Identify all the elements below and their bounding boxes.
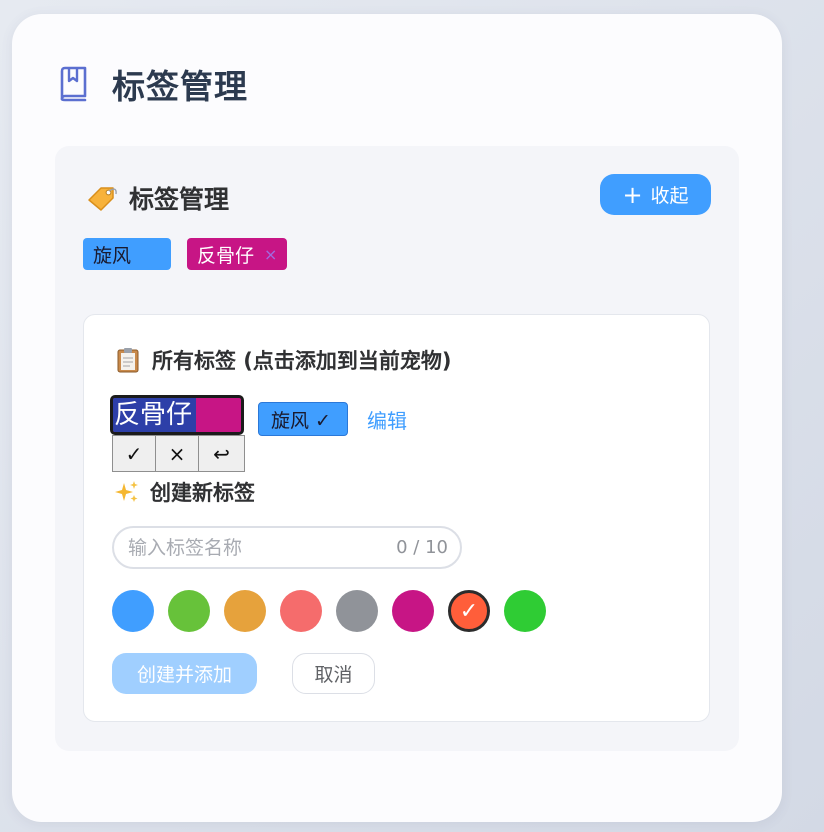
color-swatch[interactable]: ✓ xyxy=(448,590,490,632)
edit-actions: ✓ × ↩ xyxy=(112,435,245,472)
color-swatch[interactable] xyxy=(280,590,322,632)
tag-label: 反骨仔 xyxy=(197,244,255,267)
close-icon[interactable]: × xyxy=(155,435,199,472)
check-icon: ✓ xyxy=(459,598,479,624)
tag-management-card: 标签管理 标签管理 + 收起 旋风 反骨仔 × 所有标签 (点击添加到当前宠物)… xyxy=(12,14,782,822)
tag-option[interactable]: 旋风 ✓ xyxy=(258,402,348,436)
color-swatch[interactable] xyxy=(112,590,154,632)
return-icon[interactable]: ↩ xyxy=(198,435,245,472)
color-swatch[interactable] xyxy=(504,590,546,632)
char-counter: 0 / 10 xyxy=(396,537,448,558)
close-icon[interactable]: × xyxy=(264,245,277,264)
collapse-label: 收起 xyxy=(650,185,689,207)
edit-link[interactable]: 编辑 xyxy=(367,405,407,434)
tag-panel: 标签管理 + 收起 旋风 反骨仔 × 所有标签 (点击添加到当前宠物) 反骨仔 … xyxy=(55,146,739,751)
cancel-button[interactable]: 取消 xyxy=(292,653,375,694)
color-swatch[interactable] xyxy=(224,590,266,632)
tag-edit-box[interactable]: 反骨仔 xyxy=(110,395,244,435)
create-tag-title: 创建新标签 xyxy=(150,481,255,505)
color-swatch[interactable] xyxy=(392,590,434,632)
all-tags-heading: 所有标签 (点击添加到当前宠物) xyxy=(116,345,452,375)
color-swatch[interactable] xyxy=(336,590,378,632)
current-tag-chip[interactable]: 反骨仔 × xyxy=(187,238,288,270)
panel-header: 标签管理 xyxy=(87,180,229,216)
create-and-add-button[interactable]: 创建并添加 xyxy=(112,653,257,694)
check-icon[interactable]: ✓ xyxy=(112,435,156,472)
page-title: 标签管理 xyxy=(112,67,248,106)
current-tag-chip[interactable]: 旋风 xyxy=(83,238,171,270)
current-tags: 旋风 反骨仔 × xyxy=(83,238,288,270)
sparkles-icon xyxy=(114,479,138,505)
tag-label: 旋风 xyxy=(93,244,132,267)
color-picker: ✓ xyxy=(112,590,546,632)
tag-name-field[interactable]: 0 / 10 xyxy=(112,526,462,569)
panel-title: 标签管理 xyxy=(129,185,230,214)
create-tag-heading: 创建新标签 xyxy=(114,477,255,507)
all-tags-title: 所有标签 (点击添加到当前宠物) xyxy=(152,349,452,373)
plus-icon: + xyxy=(622,180,643,209)
clipboard-icon xyxy=(116,347,140,373)
collapse-button[interactable]: + 收起 xyxy=(600,174,711,215)
tag-icon xyxy=(87,184,119,212)
color-swatch[interactable] xyxy=(168,590,210,632)
page-header: 标签管理 xyxy=(58,60,248,108)
tag-edit-input[interactable]: 反骨仔 xyxy=(113,398,196,432)
all-tags-box: 所有标签 (点击添加到当前宠物) 反骨仔 旋风 ✓ 编辑 ✓ × ↩ 创建新标签… xyxy=(83,314,710,722)
tag-name-input[interactable] xyxy=(126,535,397,560)
book-icon xyxy=(58,66,88,102)
